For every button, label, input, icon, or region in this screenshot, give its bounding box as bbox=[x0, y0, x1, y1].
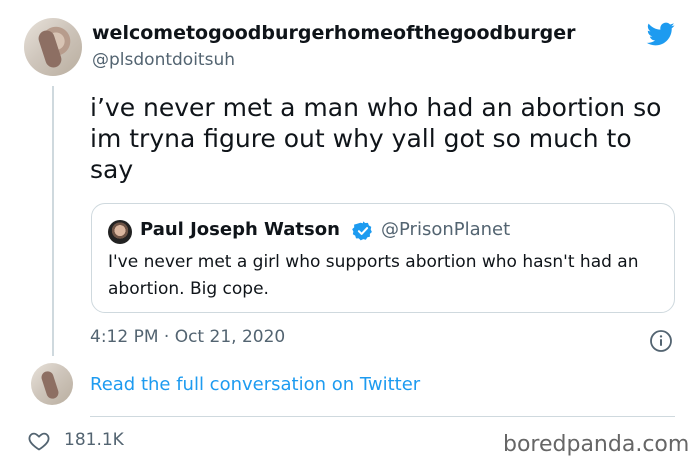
quoted-tweet-card[interactable]: Paul Joseph Watson @PrisonPlanet I've ne… bbox=[91, 203, 675, 313]
quoted-author-handle[interactable]: @PrisonPlanet bbox=[381, 219, 510, 240]
likes-count[interactable]: 181.1K bbox=[64, 430, 124, 450]
tweet-timestamp[interactable]: 4:12 PM · Oct 21, 2020 bbox=[90, 327, 285, 347]
verified-badge-icon bbox=[352, 221, 372, 241]
reply-avatar[interactable] bbox=[31, 363, 73, 405]
quoted-author-name[interactable]: Paul Joseph Watson bbox=[140, 219, 340, 240]
heart-icon[interactable] bbox=[27, 429, 51, 453]
info-icon[interactable] bbox=[649, 329, 673, 353]
tweet-text: i’ve never met a man who had an abortion… bbox=[90, 93, 662, 184]
author-avatar[interactable] bbox=[24, 18, 82, 76]
divider bbox=[90, 416, 675, 417]
twitter-bird-icon[interactable] bbox=[645, 20, 677, 48]
quoted-author-avatar[interactable] bbox=[108, 220, 132, 244]
quoted-tweet-text: I've never met a girl who supports abort… bbox=[108, 252, 639, 299]
thread-line bbox=[52, 86, 54, 356]
author-display-name[interactable]: welcometogoodburgerhomeofthegoodburger bbox=[92, 22, 576, 44]
read-full-conversation-link[interactable]: Read the full conversation on Twitter bbox=[90, 374, 420, 395]
watermark: boredpanda.com bbox=[503, 432, 690, 457]
author-handle[interactable]: @plsdontdoitsuh bbox=[92, 50, 235, 70]
